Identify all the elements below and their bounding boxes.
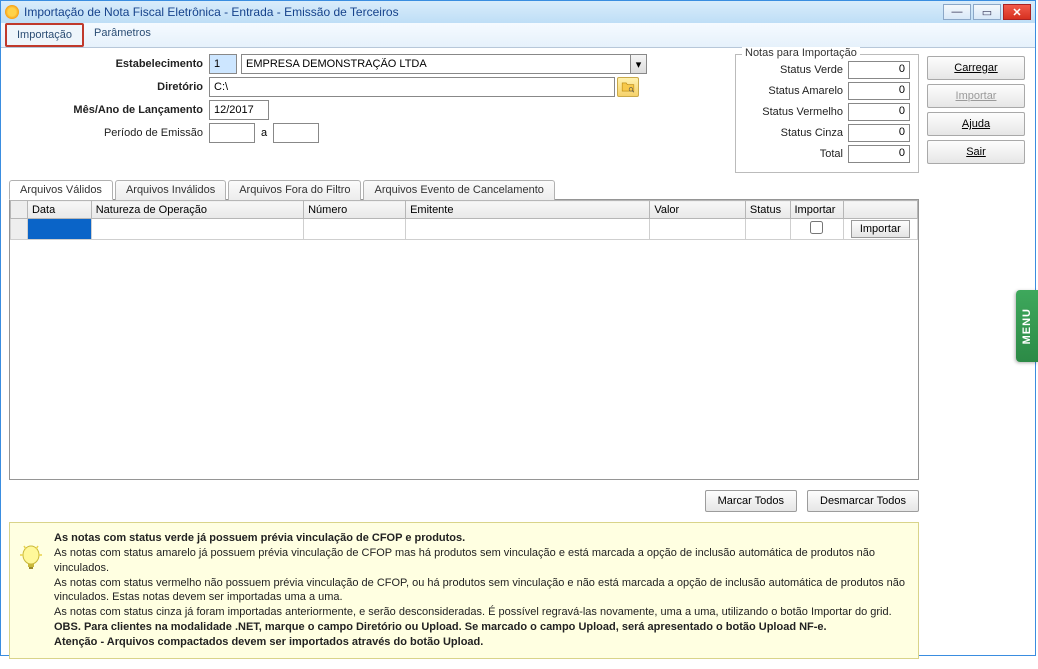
col-natureza[interactable]: Natureza de Operação [91, 201, 303, 219]
ajuda-button[interactable]: Ajuda [927, 112, 1025, 136]
cell-emitente[interactable] [406, 219, 650, 240]
info-line-5: OBS. Para clientes na modalidade .NET, m… [54, 621, 827, 633]
periodo-a-text: a [255, 127, 273, 139]
estabelecimento-label: Estabelecimento [9, 58, 209, 70]
importar-button: Importar [927, 84, 1025, 108]
carregar-button[interactable]: Carregar [927, 56, 1025, 80]
col-status[interactable]: Status [745, 201, 790, 219]
col-action [843, 201, 917, 219]
total-value: 0 [848, 145, 910, 163]
tab-arquivos-cancelamento[interactable]: Arquivos Evento de Cancelamento [363, 180, 554, 200]
info-line-6: Atenção - Arquivos compactados devem ser… [54, 636, 483, 648]
mesano-input[interactable] [209, 100, 269, 120]
status-verde-value: 0 [848, 61, 910, 79]
importar-checkbox[interactable] [810, 221, 823, 234]
periodo-label: Período de Emissão [9, 127, 209, 139]
status-cinza-label: Status Cinza [744, 127, 848, 139]
row-selector[interactable] [11, 219, 28, 240]
status-verde-label: Status Verde [744, 64, 848, 76]
tab-arquivos-invalidos[interactable]: Arquivos Inválidos [115, 180, 226, 200]
col-selector [11, 201, 28, 219]
window-title: Importação de Nota Fiscal Eletrônica - E… [24, 5, 399, 19]
cell-natureza[interactable] [91, 219, 303, 240]
status-amarelo-label: Status Amarelo [744, 85, 848, 97]
cell-status[interactable] [745, 219, 790, 240]
app-icon [5, 5, 19, 19]
diretorio-label: Diretório [9, 81, 209, 93]
close-button[interactable]: ✕ [1003, 4, 1031, 20]
table-row[interactable]: Importar [11, 219, 918, 240]
menu-side-tab[interactable]: MENU [1016, 290, 1038, 362]
col-numero[interactable]: Número [304, 201, 406, 219]
notas-legend: Notas para Importação [742, 47, 860, 59]
diretorio-input[interactable] [209, 77, 615, 97]
notas-importacao-box: Notas para Importação Status Verde0 Stat… [735, 54, 919, 173]
maximize-button[interactable]: ▭ [973, 4, 1001, 20]
status-cinza-value: 0 [848, 124, 910, 142]
row-importar-button[interactable]: Importar [851, 220, 910, 238]
col-emitente[interactable]: Emitente [406, 201, 650, 219]
grid-arquivos: Data Natureza de Operação Número Emitent… [9, 200, 919, 480]
folder-icon [621, 81, 635, 93]
status-vermelho-label: Status Vermelho [744, 106, 848, 118]
col-data[interactable]: Data [27, 201, 91, 219]
periodo-from-input[interactable] [209, 123, 255, 143]
estabelecimento-code-input[interactable] [209, 54, 237, 74]
tab-arquivos-fora-filtro[interactable]: Arquivos Fora do Filtro [228, 180, 361, 200]
col-importar[interactable]: Importar [790, 201, 843, 219]
estabelecimento-dropdown[interactable]: ▾ [631, 54, 647, 74]
sair-button[interactable]: Sair [927, 140, 1025, 164]
browse-folder-button[interactable] [617, 77, 639, 97]
status-amarelo-value: 0 [848, 82, 910, 100]
tab-importacao[interactable]: Importação [5, 23, 84, 47]
cell-numero[interactable] [304, 219, 406, 240]
lightbulb-icon [18, 545, 44, 580]
total-label: Total [744, 148, 848, 160]
info-line-4: As notas com status cinza já foram impor… [54, 605, 908, 620]
col-valor[interactable]: Valor [650, 201, 746, 219]
info-line-2: As notas com status amarelo já possuem p… [54, 546, 908, 576]
cell-importar-check[interactable] [790, 219, 843, 240]
status-vermelho-value: 0 [848, 103, 910, 121]
minimize-button[interactable]: — [943, 4, 971, 20]
tab-parametros[interactable]: Parâmetros [84, 23, 161, 47]
desmarcar-todos-button[interactable]: Desmarcar Todos [807, 490, 919, 512]
info-line-3: As notas com status vermelho não possuem… [54, 576, 908, 606]
info-panel: As notas com status verde já possuem pré… [9, 522, 919, 659]
tab-arquivos-validos[interactable]: Arquivos Válidos [9, 180, 113, 200]
titlebar: Importação de Nota Fiscal Eletrônica - E… [1, 1, 1035, 23]
periodo-to-input[interactable] [273, 123, 319, 143]
cell-data[interactable] [27, 219, 91, 240]
marcar-todos-button[interactable]: Marcar Todos [705, 490, 797, 512]
estabelecimento-name-input[interactable] [241, 54, 631, 74]
mesano-label: Mês/Ano de Lançamento [9, 104, 209, 116]
cell-valor[interactable] [650, 219, 746, 240]
info-line-1: As notas com status verde já possuem pré… [54, 532, 465, 544]
